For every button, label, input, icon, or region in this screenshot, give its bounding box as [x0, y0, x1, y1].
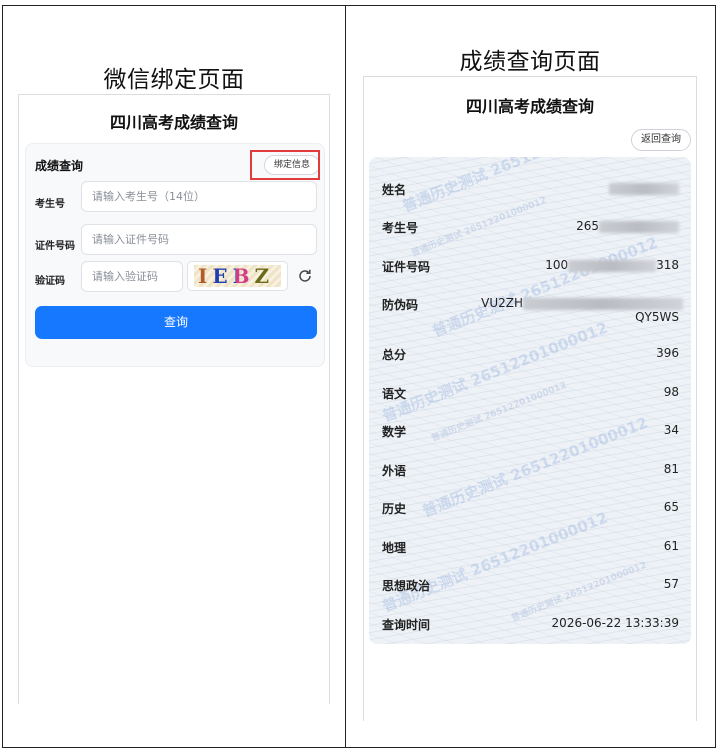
math-label: 数学 — [382, 425, 407, 439]
anti-fake-code-label: 防伪码 — [382, 298, 419, 312]
captcha-input[interactable]: 请输入验证码 — [81, 261, 183, 292]
chinese-value: 98 — [663, 385, 679, 399]
id-number-label: 证件号码 — [35, 241, 75, 252]
foreign-language-label: 外语 — [382, 464, 407, 478]
captcha-image[interactable]: IEBZ — [187, 261, 288, 291]
geography-value: 61 — [663, 539, 679, 553]
captcha-label: 验证码 — [35, 276, 65, 287]
refresh-icon[interactable] — [297, 268, 313, 284]
chinese-label: 语文 — [382, 387, 407, 401]
geography-label: 地理 — [382, 541, 407, 555]
politics-label: 思想政治 — [382, 579, 431, 593]
result-page-screen: 四川高考成绩查询 返回查询 普通历史测试 26512201000012 普通历史… — [363, 76, 697, 721]
app-title: 四川高考成绩查询 — [465, 97, 594, 116]
score-certificate: 普通历史测试 26512201000012 普通历史测试 26512201000… — [369, 157, 691, 644]
exam-no-input[interactable]: 请输入考生号（14位） — [81, 181, 317, 212]
back-to-query-button[interactable]: 返回查询 — [631, 129, 691, 151]
app-title: 四川高考成绩查询 — [109, 113, 238, 132]
card-title: 成绩查询 — [35, 159, 84, 173]
name-label: 姓名 — [382, 183, 407, 197]
id-number-input[interactable]: 请输入证件号码 — [81, 224, 317, 255]
exam-no-value: 265 — [576, 219, 679, 233]
id-number-label: 证件号码 — [382, 260, 431, 274]
exam-no-label: 考生号 — [35, 199, 65, 210]
redacted-value — [568, 259, 657, 272]
history-label: 历史 — [382, 502, 407, 516]
caption-bind-page: 微信绑定页面 — [103, 67, 245, 93]
redacted-value — [609, 182, 679, 195]
redacted-value — [599, 220, 679, 233]
politics-value: 57 — [663, 577, 679, 591]
bind-button-highlight — [250, 150, 320, 180]
history-value: 65 — [663, 500, 679, 514]
math-value: 34 — [663, 423, 679, 437]
caption-result-page: 成绩查询页面 — [459, 49, 601, 75]
anti-fake-code-value-line2: QY5WS — [635, 310, 679, 324]
total-score-value: 396 — [656, 346, 679, 360]
total-score-label: 总分 — [382, 348, 407, 362]
exam-no-label: 考生号 — [382, 221, 419, 235]
query-button[interactable]: 查询 — [35, 306, 317, 339]
column-divider — [345, 5, 346, 748]
query-time-value: 2026-06-22 13:33:39 — [551, 616, 679, 630]
anti-fake-code-value: VU2ZH — [481, 296, 683, 310]
id-number-value: 100 318 — [545, 258, 679, 272]
query-time-label: 查询时间 — [382, 618, 431, 632]
redacted-value — [523, 297, 683, 310]
captcha-text: IEBZ — [198, 264, 275, 288]
foreign-language-value: 81 — [663, 462, 679, 476]
name-value — [609, 181, 679, 195]
bind-page-screen: 四川高考成绩查询 成绩查询 绑定信息 考生号 请输入考生号（14位） 证件号码 … — [18, 94, 330, 704]
